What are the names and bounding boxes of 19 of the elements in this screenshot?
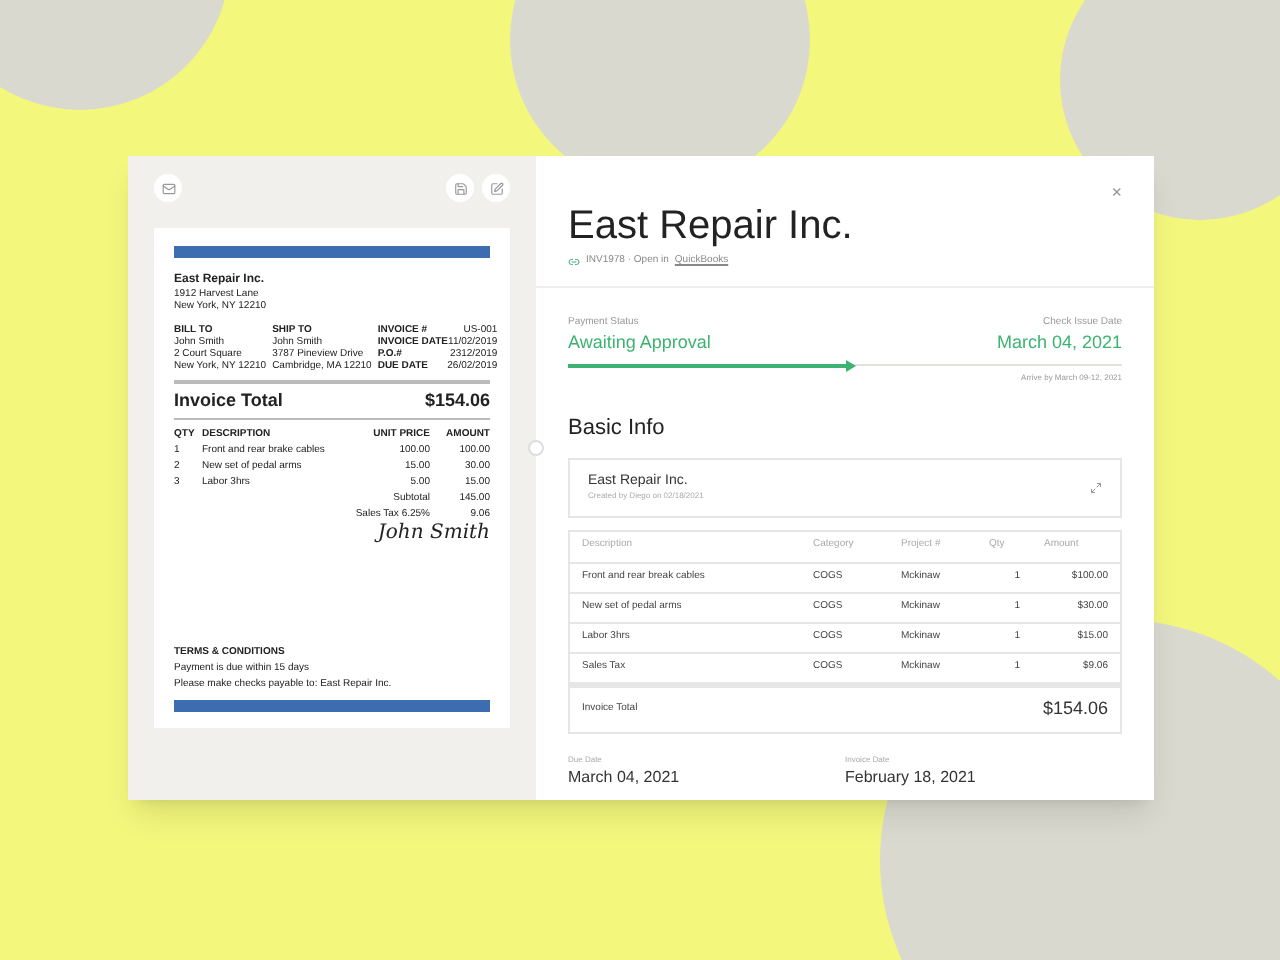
date-value: March 04, 2021 xyxy=(568,765,682,789)
payment-status: Awaiting Approval xyxy=(568,330,711,354)
invoice-total: $154.06 xyxy=(1042,695,1108,722)
invoice-total-label: Invoice Total xyxy=(174,390,283,412)
section-title: Basic Info xyxy=(568,414,667,444)
check-issue-date: March 04, 2021 xyxy=(996,330,1122,354)
mail-button[interactable] xyxy=(154,174,182,202)
save-icon xyxy=(453,181,467,195)
signature: John Smith xyxy=(377,520,490,546)
vendor-title: East Repair Inc. xyxy=(568,202,855,250)
link-icon xyxy=(568,255,580,268)
resize-handle[interactable] xyxy=(528,440,544,456)
edit-button[interactable] xyxy=(482,174,510,202)
mail-icon xyxy=(161,181,175,195)
save-button[interactable] xyxy=(446,174,474,202)
close-button[interactable]: × xyxy=(1111,184,1122,202)
invoice-total: $154.06 xyxy=(424,390,490,412)
date-value: February 18, 2021 xyxy=(845,765,978,789)
edit-icon xyxy=(489,181,503,195)
